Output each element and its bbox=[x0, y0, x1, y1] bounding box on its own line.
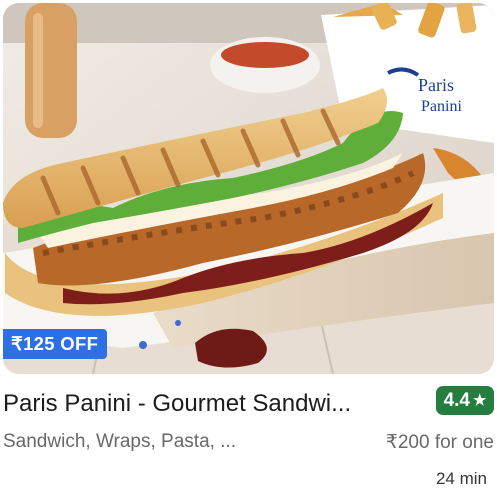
restaurant-photo[interactable]: Paris Panini bbox=[3, 3, 494, 374]
rating-value: 4.4 bbox=[443, 389, 470, 411]
rating-badge: 4.4 ★ bbox=[436, 386, 494, 415]
cuisine-list: Sandwich, Wraps, Pasta, ... bbox=[3, 431, 237, 452]
restaurant-card[interactable]: Paris Panini ₹125 OFF Paris Panini - Gou… bbox=[0, 0, 497, 498]
price-for-one: ₹200 for one bbox=[385, 432, 494, 453]
box-text-panini: Panini bbox=[421, 98, 462, 115]
offer-badge: ₹125 OFF bbox=[3, 329, 108, 359]
delivery-time: 24 min bbox=[435, 469, 487, 488]
restaurant-name[interactable]: Paris Panini - Gourmet Sandwi... bbox=[3, 390, 403, 418]
star-icon: ★ bbox=[472, 392, 487, 409]
panini-photo-illustration: Paris Panini bbox=[3, 3, 494, 374]
box-text-paris: Paris bbox=[418, 75, 454, 95]
